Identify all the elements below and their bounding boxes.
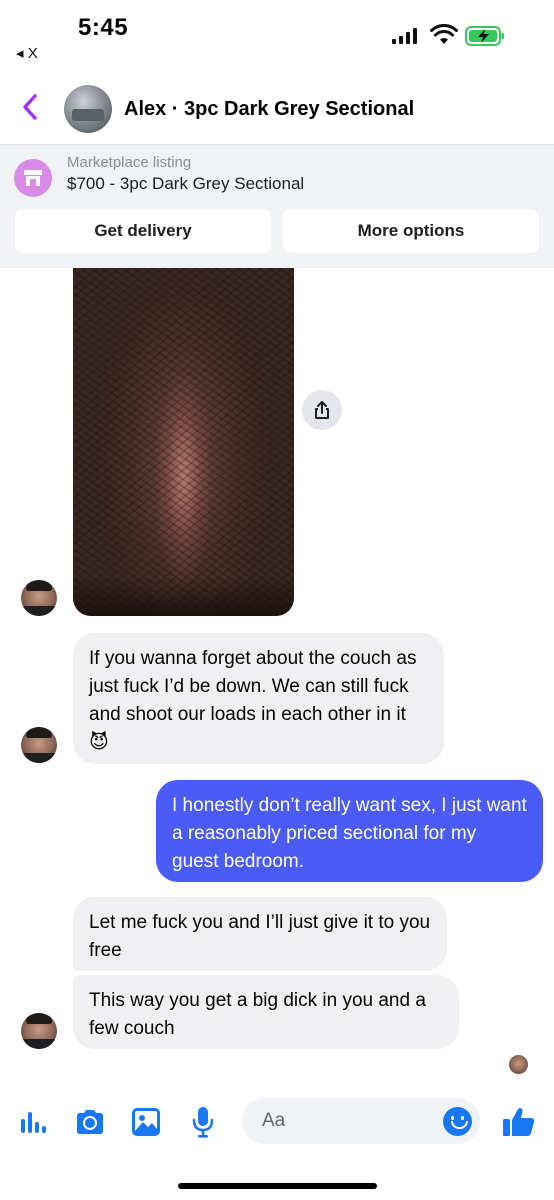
incoming-message[interactable]: If you wanna forget about the couch as j… [73,633,444,764]
thumbs-up-icon[interactable] [501,1104,537,1140]
conversation-title[interactable]: Alex · 3pc Dark Grey Sectional [124,98,414,121]
sender-avatar[interactable] [21,1013,57,1049]
gallery-icon[interactable] [128,1104,164,1140]
read-receipt-avatar [509,1055,528,1074]
apps-icon[interactable] [15,1104,51,1140]
listing-title[interactable]: $700 - 3pc Dark Grey Sectional [67,174,304,194]
home-indicator[interactable] [178,1183,377,1189]
emoji-icon[interactable] [443,1107,472,1136]
message-composer: Aa [0,1090,554,1154]
sender-avatar[interactable] [21,727,57,763]
microphone-icon[interactable] [185,1104,221,1140]
outgoing-message[interactable]: I honestly don’t really want sex, I just… [156,780,543,882]
status-bar: 5:45 ◂ X [0,0,554,70]
storefront-icon [14,159,52,197]
cellular-signal-icon [392,28,417,44]
wifi-icon [430,24,458,44]
back-to-app-link[interactable]: ◂ X [16,44,38,62]
share-icon [315,401,329,419]
listing-label: Marketplace listing [67,154,192,171]
camera-icon[interactable] [72,1104,108,1140]
more-options-button[interactable]: More options [283,209,539,253]
message-placeholder: Aa [262,1110,286,1131]
shared-photo[interactable] [73,268,294,616]
share-button[interactable] [302,390,342,430]
back-chevron-icon[interactable] [18,92,42,122]
get-delivery-button[interactable]: Get delivery [15,209,271,253]
incoming-message[interactable]: This way you get a big dick in you and a… [73,975,459,1049]
incoming-message[interactable]: Let me fuck you and I’ll just give it to… [73,897,447,971]
listing-avatar[interactable] [64,85,112,133]
status-time: 5:45 [78,14,129,41]
sender-avatar[interactable] [21,580,57,616]
marketplace-listing-panel: Marketplace listing $700 - 3pc Dark Grey… [0,144,554,268]
battery-charging-icon [465,26,504,46]
conversation-header: Alex · 3pc Dark Grey Sectional [0,70,554,144]
message-input[interactable]: Aa [242,1098,480,1144]
